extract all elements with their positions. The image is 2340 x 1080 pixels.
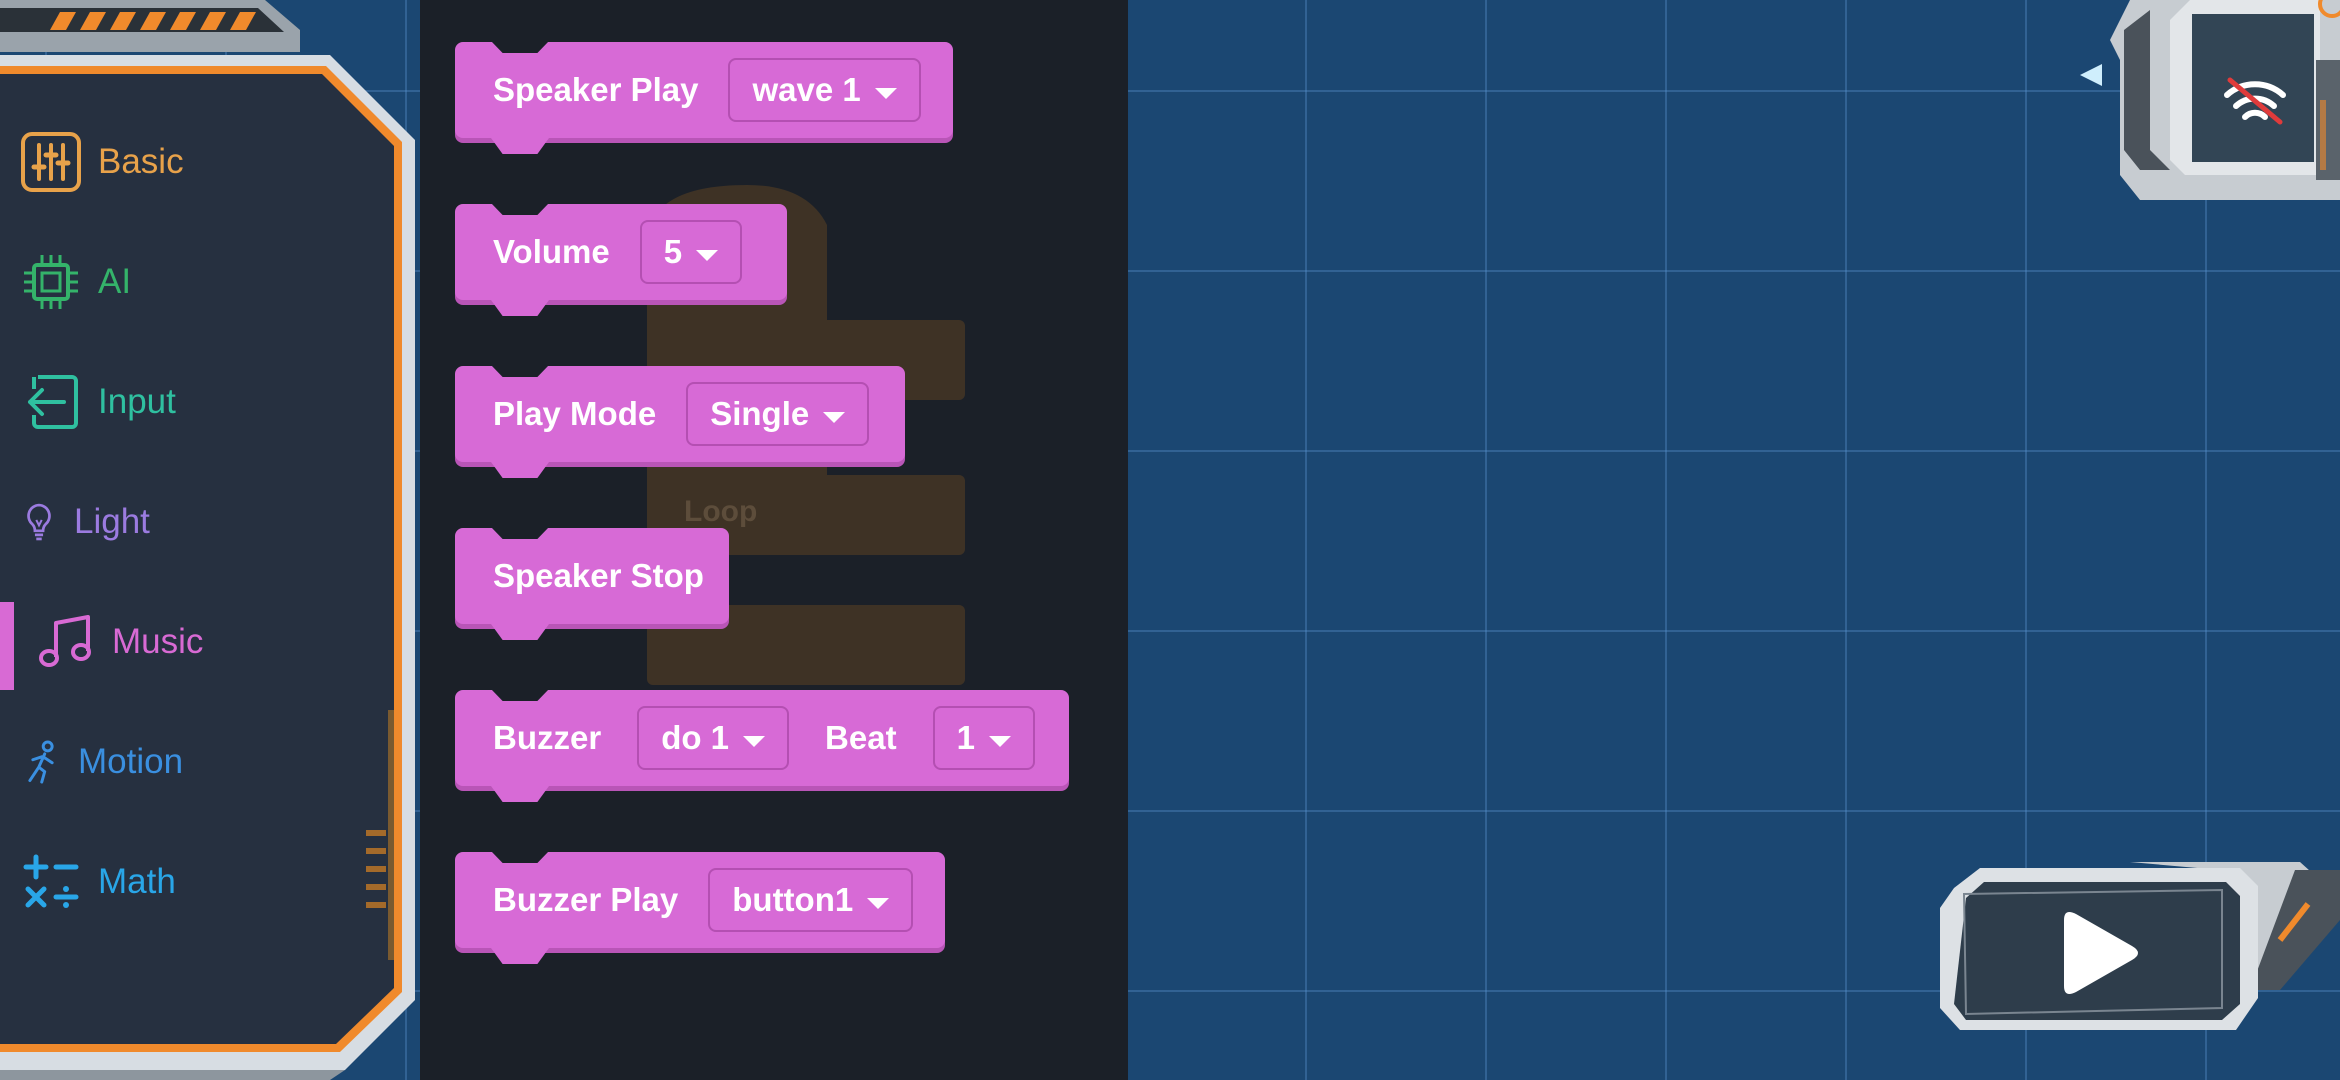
caret-down-icon (867, 897, 890, 909)
ghost-loop-label: Loop (684, 495, 758, 528)
block-label: Buzzer (493, 719, 602, 756)
device-connection-widget[interactable] (2070, 0, 2340, 200)
beat-label: Beat (825, 719, 897, 756)
caret-down-icon (696, 249, 719, 261)
beat-dropdown[interactable]: 1 (932, 706, 1035, 770)
dropdown-value: Single (710, 395, 810, 432)
category-motion[interactable]: Motion (18, 720, 183, 804)
math-ops-icon (18, 849, 84, 915)
runner-icon (18, 729, 64, 795)
category-label: Basic (98, 142, 184, 181)
dropdown-value: do 1 (661, 719, 730, 756)
block-label: Volume (493, 233, 610, 270)
play-mode-dropdown[interactable]: Single (686, 382, 870, 446)
selected-category-indicator (0, 602, 14, 690)
category-light[interactable]: Light (18, 480, 150, 564)
block-buzzer[interactable]: Buzzer do 1 Beat 1 (455, 690, 1069, 786)
dropdown-value: 5 (663, 233, 683, 270)
block-volume[interactable]: Volume 5 (455, 204, 787, 300)
dropdown-value: 1 (956, 719, 975, 756)
chip-icon (18, 249, 84, 315)
sliders-icon (18, 129, 84, 195)
volume-dropdown[interactable]: 5 (639, 220, 743, 284)
buzzer-note-dropdown[interactable]: do 1 (637, 706, 790, 770)
category-label: Input (98, 382, 176, 421)
input-arrow-icon (18, 369, 84, 435)
speaker-wave-dropdown[interactable]: wave 1 (728, 58, 921, 122)
block-label: Speaker Play (493, 71, 699, 108)
dropdown-value: wave 1 (752, 71, 861, 108)
category-panel: Basic AI Input Light Music Motion Math (0, 0, 425, 1080)
music-note-icon (32, 609, 98, 675)
dropdown-value: button1 (732, 881, 854, 918)
category-math[interactable]: Math (18, 840, 176, 924)
block-label: Play Mode (493, 395, 657, 432)
category-input[interactable]: Input (18, 360, 176, 444)
caret-down-icon (743, 735, 766, 747)
category-label: Math (98, 862, 176, 901)
block-label: Buzzer Play (493, 881, 679, 918)
block-label: Speaker Stop (493, 557, 704, 594)
category-basic[interactable]: Basic (18, 120, 184, 204)
block-buzzer-play[interactable]: Buzzer Play button1 (455, 852, 945, 948)
category-music[interactable]: Music (32, 600, 203, 684)
block-play-mode[interactable]: Play Mode Single (455, 366, 905, 462)
category-label: Light (74, 502, 150, 541)
block-speaker-stop[interactable]: Speaker Stop (455, 528, 729, 624)
caret-down-icon (874, 87, 897, 99)
category-label: Music (112, 622, 204, 661)
caret-down-icon (988, 735, 1011, 747)
category-ai[interactable]: AI (18, 240, 131, 324)
run-button[interactable] (1940, 868, 2260, 1038)
category-label: AI (98, 262, 132, 301)
caret-down-icon (823, 411, 846, 423)
category-label: Motion (78, 742, 184, 781)
buzzer-button-dropdown[interactable]: button1 (708, 868, 914, 932)
lightbulb-icon (18, 489, 60, 555)
block-speaker-play[interactable]: Speaker Play wave 1 (455, 42, 953, 138)
